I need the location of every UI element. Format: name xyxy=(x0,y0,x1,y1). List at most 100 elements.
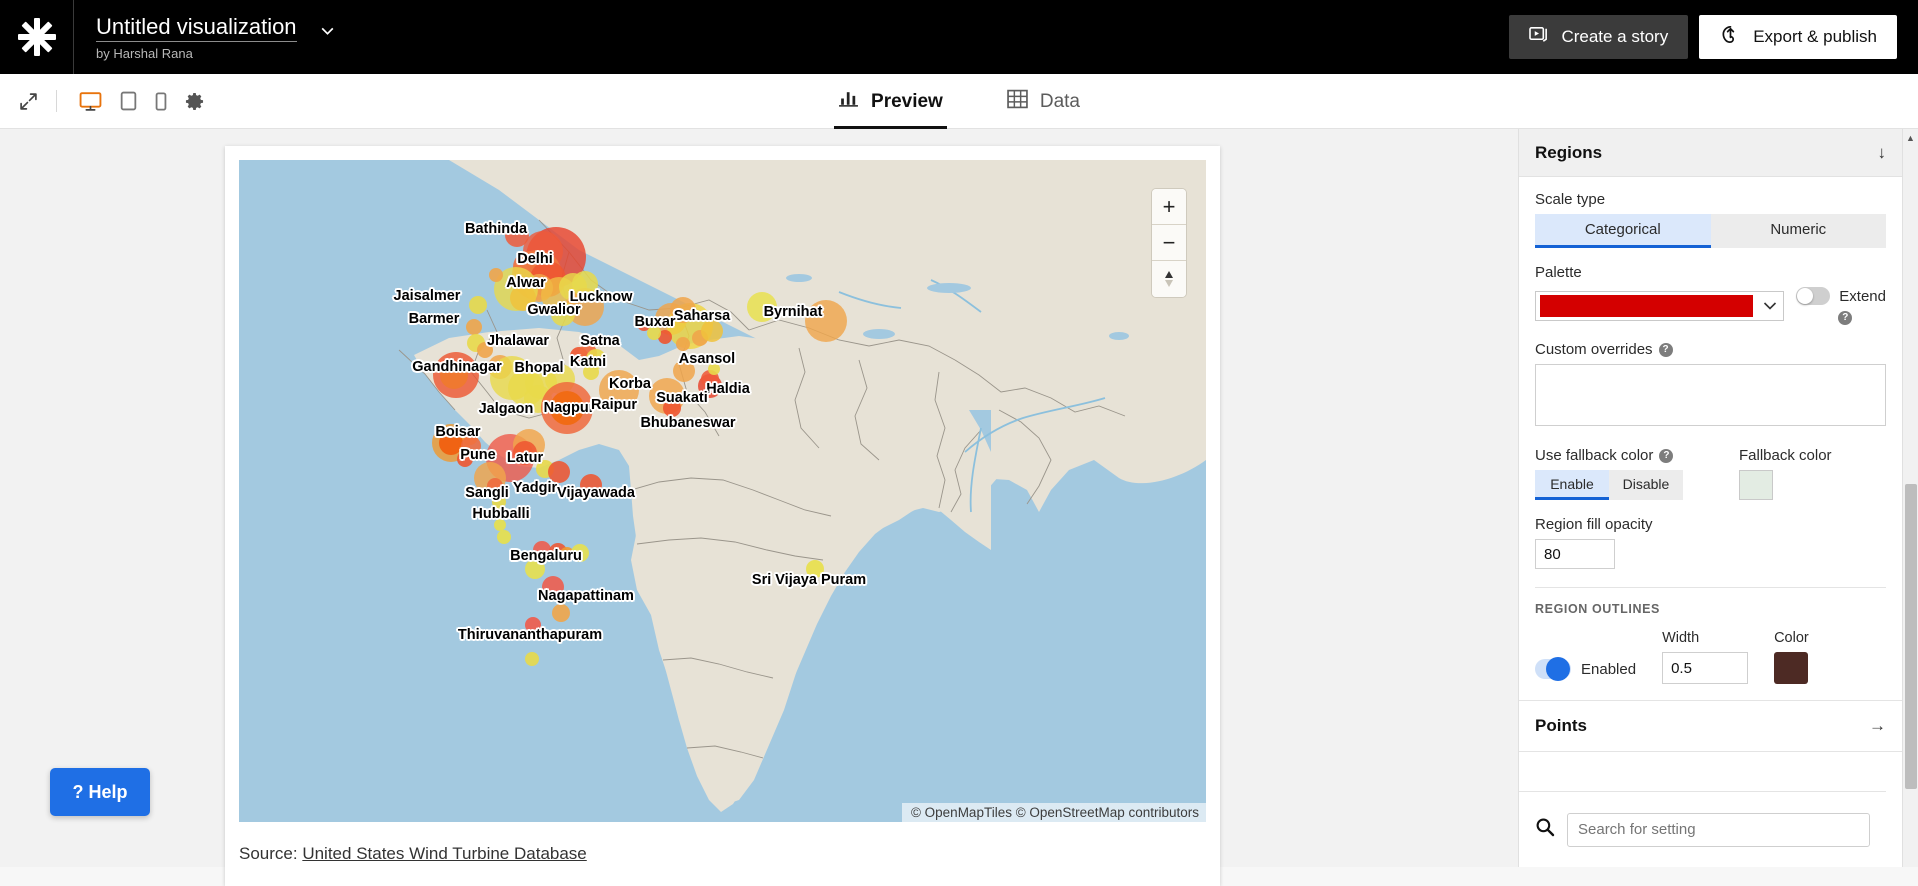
data-bubble[interactable] xyxy=(494,519,506,531)
data-bubble[interactable] xyxy=(663,399,681,417)
outline-width-label: Width xyxy=(1662,630,1700,646)
data-bubble[interactable] xyxy=(572,271,598,297)
data-bubble[interactable] xyxy=(670,297,696,323)
scroll-up-arrow-icon[interactable]: ▲ xyxy=(1903,129,1918,147)
region-outlines-toggle[interactable] xyxy=(1535,657,1571,681)
use-fallback-enable-button[interactable]: Enable xyxy=(1535,470,1609,500)
data-bubble[interactable] xyxy=(439,431,463,455)
source-prefix: Source: xyxy=(239,844,298,863)
use-fallback-disable-button[interactable]: Disable xyxy=(1609,470,1683,500)
extend-control: Extend ? xyxy=(1796,287,1886,325)
scrollbar-thumb[interactable] xyxy=(1905,484,1917,789)
regions-section-title: Regions xyxy=(1535,142,1603,162)
visualization-title[interactable]: Untitled visualization xyxy=(96,14,297,42)
data-bubble[interactable] xyxy=(747,292,777,322)
mobile-phone-icon[interactable] xyxy=(155,91,167,111)
data-bubble[interactable] xyxy=(487,478,503,494)
data-bubble[interactable] xyxy=(580,474,602,496)
export-publish-button[interactable]: Export & publish xyxy=(1699,15,1897,59)
fallback-color-row: Use fallback color ? Enable Disable Fall… xyxy=(1535,447,1886,500)
question-circle-icon[interactable]: ? xyxy=(1659,448,1674,463)
expand-arrows-icon[interactable] xyxy=(0,92,56,111)
map-zoom-in-button[interactable]: + xyxy=(1152,189,1186,225)
chevron-down-icon[interactable] xyxy=(1757,301,1783,311)
data-bubble[interactable] xyxy=(571,544,589,562)
data-bubble[interactable] xyxy=(510,285,536,311)
outline-color-swatch[interactable] xyxy=(1774,652,1809,684)
scale-type-categorical-button[interactable]: Categorical xyxy=(1535,214,1711,248)
settings-panel-scrollbar[interactable]: ▲ xyxy=(1902,129,1918,867)
gear-icon[interactable] xyxy=(185,92,204,111)
use-fallback-color-label: Use fallback color ? xyxy=(1535,447,1721,464)
app-logo[interactable] xyxy=(0,0,74,74)
fallback-color-label: Fallback color xyxy=(1739,447,1886,464)
data-bubble[interactable] xyxy=(805,300,847,342)
help-button[interactable]: ? Help xyxy=(50,768,150,816)
data-bubble[interactable] xyxy=(542,576,564,598)
custom-overrides-label: Custom overrides ? xyxy=(1535,341,1886,358)
map-container[interactable]: Bathinda Delhi Alwar Lucknow Jaisalmer Gwalio… xyxy=(239,160,1206,822)
tablet-icon[interactable] xyxy=(120,91,137,111)
map-attribution[interactable]: © OpenMapTiles © OpenStreetMap contribut… xyxy=(901,803,1206,822)
outline-width-input[interactable] xyxy=(1662,652,1749,684)
desktop-monitor-icon[interactable] xyxy=(79,91,102,112)
data-bubble[interactable] xyxy=(477,342,493,358)
panel-divider xyxy=(1535,587,1886,588)
data-bubble[interactable] xyxy=(525,559,545,579)
extend-toggle[interactable] xyxy=(1796,287,1831,305)
points-section-title: Points xyxy=(1535,716,1587,735)
chevron-down-icon[interactable] xyxy=(319,22,336,39)
region-outlines-caption: REGION OUTLINES xyxy=(1535,602,1660,616)
data-bubble[interactable] xyxy=(583,364,599,380)
arrow-down-icon[interactable]: ↓ xyxy=(1878,143,1887,163)
data-bubble[interactable] xyxy=(457,451,473,467)
data-bubble[interactable] xyxy=(513,441,537,465)
data-bubble[interactable] xyxy=(525,617,541,633)
data-bubble[interactable] xyxy=(505,223,529,247)
data-bubble[interactable] xyxy=(469,296,487,314)
palette-select[interactable] xyxy=(1535,291,1785,321)
data-bubble[interactable] xyxy=(647,326,661,340)
top-app-bar: Untitled visualization by Harshal Rana C… xyxy=(0,0,1918,74)
question-circle-icon[interactable]: ? xyxy=(1838,310,1853,325)
search-setting-input[interactable] xyxy=(1567,812,1870,847)
data-bubble[interactable] xyxy=(806,560,824,578)
create-story-button[interactable]: Create a story xyxy=(1509,15,1689,59)
map-compass-button[interactable] xyxy=(1152,261,1186,297)
data-bubble[interactable] xyxy=(489,268,503,282)
source-link[interactable]: United States Wind Turbine Database xyxy=(302,844,586,863)
data-bubble[interactable] xyxy=(550,391,584,425)
data-bubble[interactable] xyxy=(673,360,695,382)
tab-data[interactable]: Data xyxy=(1003,74,1084,129)
data-bubble[interactable] xyxy=(701,320,723,342)
preview-canvas: Bathinda Delhi Alwar Lucknow Jaisalmer Gwalio… xyxy=(0,129,1518,886)
question-circle-icon[interactable]: ? xyxy=(1658,342,1673,357)
data-bubble[interactable] xyxy=(599,370,639,410)
arrow-right-icon[interactable]: → xyxy=(1869,716,1886,736)
extend-label: Extend xyxy=(1839,287,1886,305)
region-fill-opacity-input[interactable] xyxy=(1535,539,1615,569)
data-bubble[interactable] xyxy=(533,541,551,559)
data-bubble[interactable] xyxy=(466,319,482,335)
scale-type-numeric-button[interactable]: Numeric xyxy=(1710,214,1886,248)
data-bubble[interactable] xyxy=(551,302,575,326)
tab-preview[interactable]: Preview xyxy=(834,74,947,129)
data-bubble[interactable] xyxy=(708,363,720,375)
regions-section-header[interactable]: Regions ↓ xyxy=(1519,129,1902,177)
data-bubble[interactable] xyxy=(440,361,468,389)
data-bubble[interactable] xyxy=(497,530,511,544)
map-graphic xyxy=(239,160,1206,822)
data-bubble[interactable] xyxy=(548,461,570,483)
map-zoom-out-button[interactable]: − xyxy=(1152,225,1186,261)
custom-overrides-textarea[interactable] xyxy=(1535,364,1886,426)
outline-color-group: Color xyxy=(1774,630,1809,684)
data-bubble[interactable] xyxy=(676,337,690,351)
fallback-color-swatch[interactable] xyxy=(1739,470,1773,500)
tab-data-label: Data xyxy=(1039,90,1080,112)
data-bubble[interactable] xyxy=(492,495,506,509)
points-section-header[interactable]: Points → xyxy=(1519,700,1902,752)
data-bubble[interactable] xyxy=(552,604,570,622)
data-bubble[interactable] xyxy=(525,652,539,666)
region-outlines-row: Enabled Width Color xyxy=(1535,630,1886,684)
use-fallback-color-label-text: Use fallback color xyxy=(1535,447,1654,464)
